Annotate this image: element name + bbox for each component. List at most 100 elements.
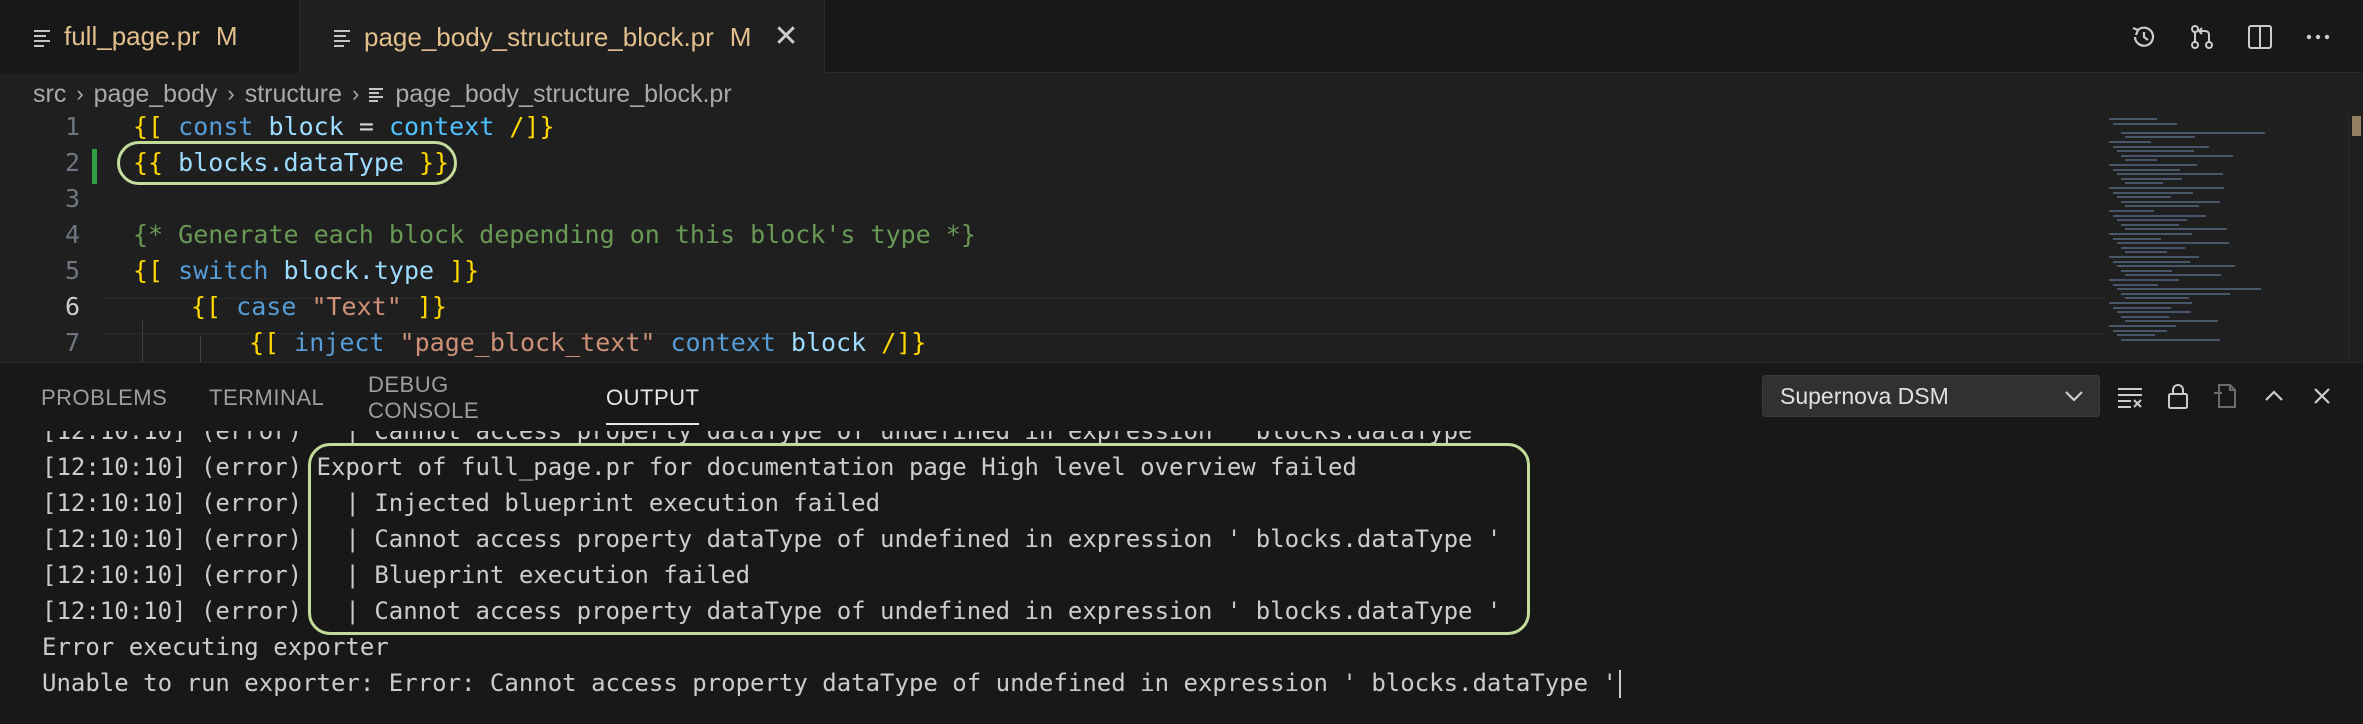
history-icon[interactable] — [2129, 22, 2159, 52]
minimap-line — [2113, 283, 2158, 286]
code-token: {[ — [191, 292, 222, 321]
minimap-line — [2113, 168, 2181, 171]
code-token: switch — [178, 256, 269, 285]
minimap-line — [2113, 237, 2161, 240]
minimap-line — [2117, 219, 2188, 222]
file-lines-icon — [334, 28, 350, 47]
minimap-line — [2121, 177, 2182, 180]
editor-scrollbar[interactable] — [2348, 114, 2363, 362]
code-token: case — [236, 292, 297, 321]
minimap-line — [2121, 269, 2173, 272]
minimap-line — [2117, 311, 2191, 314]
indent-guide — [142, 320, 143, 362]
output-channel-select[interactable]: Supernova DSM — [1762, 375, 2100, 417]
tab-debug-console[interactable]: DEBUG CONSOLE — [368, 363, 479, 433]
code-line: {* Generate each block depending on this… — [133, 220, 976, 249]
open-file-icon[interactable] — [2211, 381, 2241, 411]
line-number: 5 — [64, 256, 80, 285]
code-token: block — [268, 114, 344, 141]
breadcrumb-separator: › — [227, 81, 235, 106]
tab-full-page[interactable]: full_page.pr M — [0, 0, 300, 73]
source-control-icon[interactable] — [2187, 22, 2217, 52]
modified-badge: M — [729, 21, 752, 52]
minimap-line — [2117, 242, 2229, 245]
minimap-line — [2117, 288, 2261, 291]
code-token: ]} — [449, 256, 480, 285]
panel-actions — [2115, 375, 2337, 417]
close-tab-icon[interactable]: ✕ — [773, 22, 798, 52]
breadcrumb-item[interactable]: structure — [245, 80, 342, 109]
more-icon[interactable] — [2303, 22, 2333, 52]
tab-terminal[interactable]: TERMINAL — [209, 363, 324, 433]
line-number: 1 — [64, 114, 80, 141]
minimap[interactable] — [2105, 114, 2345, 362]
code-token: block.type — [283, 256, 435, 285]
minimap-line — [2121, 338, 2221, 341]
chevron-down-icon — [2063, 385, 2085, 407]
minimap-line — [2117, 196, 2172, 199]
minimap-line — [2125, 297, 2189, 300]
code-token: context — [388, 114, 495, 141]
line-number: 3 — [64, 184, 80, 213]
minimap-line — [2117, 173, 2223, 176]
minimap-line — [2117, 265, 2236, 268]
minimap-line — [2109, 256, 2199, 258]
modified-line-indicator — [92, 149, 97, 184]
editor-actions — [2129, 0, 2363, 73]
minimap-line — [2113, 145, 2209, 148]
code-editor[interactable]: 1 2 3 4 5 6 7 {[ const block = context /… — [0, 114, 2363, 362]
minimap-line — [2125, 136, 2196, 139]
code-token: "page_block_text" — [399, 328, 656, 357]
breadcrumb-item[interactable]: page_body — [94, 80, 218, 109]
minimap-line — [2121, 246, 2185, 249]
breadcrumb-file[interactable]: page_body_structure_block.pr — [395, 80, 731, 109]
tab-output[interactable]: OUTPUT — [606, 363, 700, 433]
split-editor-icon[interactable] — [2245, 22, 2275, 52]
minimap-line — [2109, 141, 2151, 143]
code-token: context — [670, 328, 776, 357]
minimap-line — [2125, 228, 2228, 231]
editor-tab-bar: full_page.pr M page_body_structure_block… — [0, 0, 2363, 74]
maximize-panel-icon[interactable] — [2259, 381, 2289, 411]
annotation-ring — [308, 443, 1530, 635]
minimap-line — [2109, 187, 2225, 189]
minimap-line — [2125, 182, 2164, 185]
minimap-line — [2121, 154, 2233, 157]
code-token: block — [790, 328, 867, 357]
code-line: {[ const block = context /]} — [133, 114, 555, 141]
clear-output-icon[interactable] — [2115, 381, 2145, 411]
output-channel-value: Supernova DSM — [1780, 382, 1949, 409]
minimap-line — [2121, 315, 2169, 318]
minimap-line — [2113, 214, 2206, 217]
minimap-line — [2109, 325, 2177, 327]
log-line: Unable to run exporter: Error: Cannot ac… — [42, 669, 1621, 698]
code-token: inject — [294, 328, 385, 357]
tab-label: page_body_structure_block.pr — [364, 21, 714, 52]
file-lines-icon — [369, 86, 384, 102]
minimap-line — [2125, 159, 2157, 162]
log-line-text: Unable to run exporter: Error: Cannot ac… — [42, 669, 1617, 697]
lock-icon[interactable] — [2163, 381, 2193, 411]
minimap-line — [2109, 164, 2197, 166]
bottom-panel: PROBLEMS TERMINAL DEBUG CONSOLE OUTPUT S… — [0, 362, 2363, 724]
minimap-line — [2125, 274, 2221, 277]
annotation-ring — [117, 141, 457, 185]
tab-page-body-structure-block[interactable]: page_body_structure_block.pr M ✕ — [300, 0, 825, 74]
line-number: 7 — [64, 328, 80, 357]
code-token: /]} — [881, 328, 927, 357]
minimap-line — [2125, 205, 2199, 208]
tab-problems[interactable]: PROBLEMS — [41, 363, 167, 433]
code-token: /]} — [509, 114, 555, 141]
output-log[interactable]: [12:10:10] (error) | Cannot access prope… — [0, 431, 2363, 724]
minimap-line — [2121, 223, 2179, 226]
breadcrumb-item[interactable]: src — [33, 80, 66, 109]
code-line: {[ inject "page_block_text" context bloc… — [249, 328, 926, 357]
minimap-line — [2113, 306, 2171, 309]
indent-guide — [200, 336, 201, 362]
close-panel-icon[interactable] — [2307, 381, 2337, 411]
code-token: ]} — [416, 292, 447, 321]
breadcrumb: src › page_body › structure › page_body_… — [33, 76, 732, 112]
file-lines-icon — [34, 28, 50, 47]
scrollbar-thumb[interactable] — [2352, 116, 2361, 136]
minimap-line — [2125, 320, 2218, 323]
